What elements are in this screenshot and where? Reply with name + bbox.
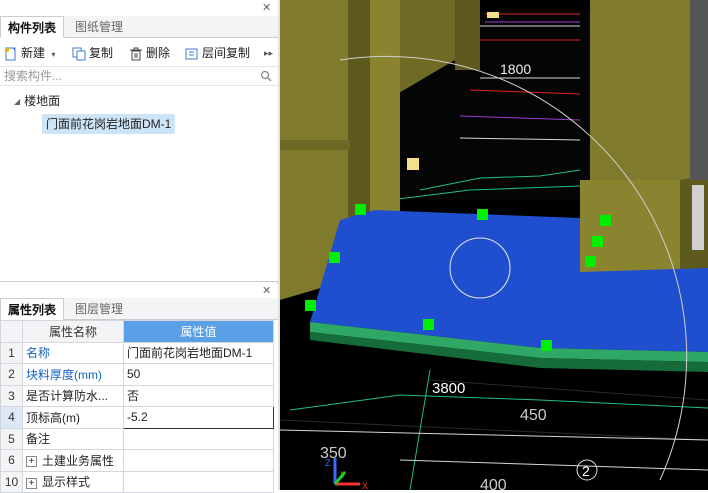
property-value[interactable]: 否 bbox=[123, 384, 274, 407]
grip-point[interactable] bbox=[305, 300, 316, 311]
grip-point[interactable] bbox=[585, 256, 596, 267]
copy-button-label: 复制 bbox=[89, 46, 114, 60]
property-name: 块料厚度(mm) bbox=[22, 363, 124, 386]
tree-node-floor-surface[interactable]: ◢ 楼地面 bbox=[14, 92, 60, 110]
yellow-marker bbox=[407, 158, 419, 170]
property-name: 名称 bbox=[22, 341, 124, 364]
property-value-input[interactable]: -5.2 bbox=[123, 406, 274, 429]
more-tools-icon[interactable]: ▸▸ bbox=[264, 43, 273, 63]
row-number: 10 bbox=[0, 470, 23, 493]
row-number: 2 bbox=[0, 363, 23, 386]
wall-left-ledge bbox=[280, 140, 350, 150]
close-icon[interactable]: ✕ bbox=[262, 286, 272, 297]
row-number: 6 bbox=[0, 449, 23, 472]
tab-property-list[interactable]: 属性列表 bbox=[0, 298, 65, 320]
dimension-label: 1800 bbox=[500, 61, 531, 77]
expand-icon[interactable]: + bbox=[26, 456, 37, 468]
table-row[interactable]: 6 + 土建业务属性 bbox=[0, 449, 274, 472]
tab-component-list[interactable]: 构件列表 bbox=[0, 16, 65, 38]
property-tabs: 属性列表 图层管理 bbox=[0, 298, 278, 320]
grip-point[interactable] bbox=[541, 340, 552, 351]
trash-icon bbox=[130, 47, 142, 61]
property-name: 顶标高(m) bbox=[22, 406, 124, 429]
grid-axis-label: 2 bbox=[582, 463, 590, 479]
row-number: 5 bbox=[0, 427, 23, 450]
property-group-label: 显示样式 bbox=[42, 475, 91, 490]
wall-far-right-face bbox=[692, 185, 704, 250]
grip-point[interactable] bbox=[423, 319, 434, 330]
tree-item-granite-floor[interactable]: 门面前花岗岩地面DM-1 bbox=[42, 114, 176, 134]
grip-point[interactable] bbox=[355, 204, 366, 215]
property-name-header: 属性名称 bbox=[22, 320, 124, 343]
axis-label-x: X bbox=[362, 481, 368, 490]
table-row[interactable]: 4 顶标高(m) -5.2 bbox=[0, 406, 274, 429]
property-value-header: 属性值 bbox=[123, 320, 274, 343]
table-row[interactable]: 2 块料厚度(mm) 50 bbox=[0, 363, 274, 386]
property-header-row: 属性名称 属性值 bbox=[0, 320, 274, 343]
row-number: 4 bbox=[0, 406, 23, 429]
collapse-arrow-icon[interactable]: ◢ bbox=[14, 93, 20, 111]
row-number: 1 bbox=[0, 341, 23, 364]
table-row[interactable]: 3 是否计算防水... 否 bbox=[0, 384, 274, 407]
dimension-label: 450 bbox=[520, 407, 547, 424]
property-name: 是否计算防水... bbox=[22, 384, 124, 407]
property-value bbox=[123, 449, 274, 472]
copy-button[interactable]: 复制 bbox=[72, 43, 113, 63]
property-value[interactable] bbox=[123, 427, 274, 450]
axis-label-z: Z bbox=[325, 458, 331, 468]
copy-icon bbox=[72, 47, 86, 61]
row-number-header bbox=[0, 320, 23, 343]
dimension-label: 3800 bbox=[432, 380, 465, 397]
grip-point[interactable] bbox=[477, 209, 488, 220]
dimension-label: 400 bbox=[480, 477, 507, 490]
axis-label-y: Y bbox=[340, 470, 346, 480]
component-tabs: 构件列表 图纸管理 bbox=[0, 16, 278, 38]
floor-copy-button-label: 层间复制 bbox=[202, 46, 251, 60]
search-icon[interactable] bbox=[260, 70, 272, 82]
floor-copy-icon bbox=[185, 48, 198, 60]
3d-viewport[interactable]: 1800 3800 450 350 400 2 Z Y X bbox=[280, 0, 708, 490]
close-icon[interactable]: ✕ bbox=[262, 3, 272, 14]
table-row[interactable]: 5 备注 bbox=[0, 427, 274, 450]
property-group[interactable]: + 土建业务属性 bbox=[22, 449, 124, 472]
property-table: 属性名称 属性值 1 名称 门面前花岗岩地面DM-1 2 块料厚度(mm) 50… bbox=[0, 320, 274, 493]
property-value[interactable]: 门面前花岗岩地面DM-1 bbox=[123, 341, 274, 364]
grip-point[interactable] bbox=[600, 215, 611, 226]
tree-node-label: 楼地面 bbox=[24, 94, 61, 108]
left-panel: ✕ 构件列表 图纸管理 新建 ▾ 复制 删除 层间复制 ▸▸ 搜索构件... ◢… bbox=[0, 0, 278, 493]
grip-point[interactable] bbox=[592, 236, 603, 247]
expand-icon[interactable]: + bbox=[26, 477, 37, 489]
tab-drawing-management[interactable]: 图纸管理 bbox=[68, 16, 130, 38]
row-number: 3 bbox=[0, 384, 23, 407]
new-button[interactable]: 新建 ▾ bbox=[4, 43, 55, 63]
tab-layer-management[interactable]: 图层管理 bbox=[68, 298, 130, 320]
dropdown-arrow-icon[interactable]: ▾ bbox=[51, 50, 55, 59]
wall-top-inner bbox=[455, 0, 480, 70]
property-list-pane: ✕ 属性列表 图层管理 属性名称 属性值 1 名称 门面前花岗岩地面DM-1 2… bbox=[0, 284, 278, 493]
yellow-marker bbox=[487, 12, 499, 18]
column-left bbox=[370, 0, 400, 225]
search-bar bbox=[0, 66, 278, 86]
new-icon bbox=[5, 47, 16, 61]
property-group[interactable]: + 显示样式 bbox=[22, 470, 124, 493]
delete-button-label: 删除 bbox=[146, 46, 171, 60]
table-row[interactable]: 10 + 显示样式 bbox=[0, 470, 274, 493]
property-value bbox=[123, 470, 274, 493]
grip-point[interactable] bbox=[329, 252, 340, 263]
new-button-label: 新建 bbox=[21, 46, 46, 60]
axis-gizmo: Z Y X bbox=[325, 458, 368, 490]
delete-button[interactable]: 删除 bbox=[129, 43, 170, 63]
wall-far-right bbox=[690, 0, 708, 180]
column-right bbox=[590, 0, 690, 190]
component-list-pane: ✕ 构件列表 图纸管理 新建 ▾ 复制 删除 层间复制 ▸▸ 搜索构件... ◢… bbox=[0, 0, 278, 282]
component-toolbar: 新建 ▾ 复制 删除 层间复制 ▸▸ bbox=[0, 41, 278, 65]
property-group-label: 土建业务属性 bbox=[42, 453, 115, 468]
table-row[interactable]: 1 名称 门面前花岗岩地面DM-1 bbox=[0, 341, 274, 364]
property-name: 备注 bbox=[22, 427, 124, 450]
floor-copy-button[interactable]: 层间复制 bbox=[185, 43, 250, 63]
property-value[interactable]: 50 bbox=[123, 363, 274, 386]
viewport-canvas[interactable]: 1800 3800 450 350 400 2 Z Y X bbox=[280, 0, 708, 490]
search-input[interactable] bbox=[0, 67, 256, 85]
